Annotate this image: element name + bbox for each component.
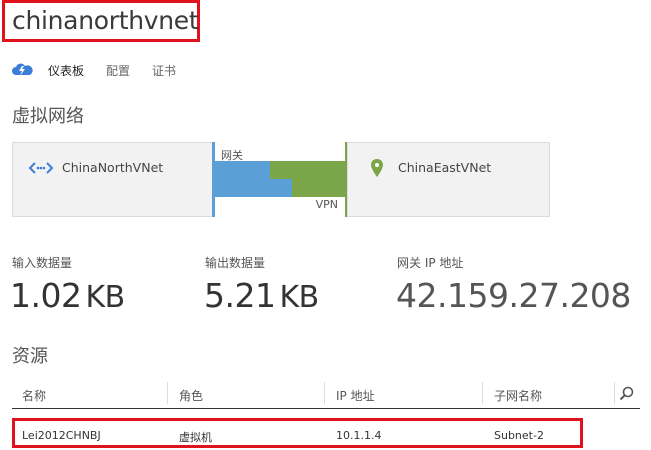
- gateway-ip-value: 42.159.27.208: [396, 276, 631, 315]
- input-data-value: 1.02 KB: [10, 276, 125, 315]
- gateway-bar-blue-lower: [270, 179, 292, 197]
- right-vnet-name: ChinaEastVNet: [398, 160, 492, 175]
- input-data-number: 1.02: [10, 276, 82, 315]
- tab-configure[interactable]: 配置: [106, 62, 130, 79]
- left-vnet-name: ChinaNorthVNet: [62, 160, 164, 175]
- gateway-connection[interactable]: 网关 VPN: [212, 142, 348, 217]
- resources-section-heading: 资源: [12, 346, 48, 367]
- tab-certificates[interactable]: 证书: [152, 62, 176, 79]
- vpn-label: VPN: [315, 198, 338, 211]
- resources-table-header: 名称 角色 IP 地址 子网名称: [12, 382, 640, 409]
- row-ip: 10.1.1.4: [336, 429, 382, 442]
- column-header-ip[interactable]: IP 地址: [336, 387, 375, 404]
- page-title: chinanorthvnet: [12, 6, 199, 35]
- output-data-label: 输出数据量: [205, 256, 266, 270]
- gateway-bar-blue: [215, 161, 270, 197]
- row-name[interactable]: Lei2012CHNBJ: [22, 429, 101, 442]
- column-divider: [324, 382, 325, 404]
- location-pin-icon: [371, 159, 383, 177]
- vnet-card-left[interactable]: ChinaNorthVNet: [12, 142, 214, 217]
- output-data-number: 5.21: [204, 276, 276, 315]
- tab-dashboard[interactable]: 仪表板: [48, 62, 84, 79]
- output-data-value: 5.21 KB: [204, 276, 319, 315]
- input-data-label: 输入数据量: [12, 256, 73, 270]
- column-header-role[interactable]: 角色: [179, 387, 203, 404]
- column-header-subnet[interactable]: 子网名称: [494, 387, 542, 404]
- vnet-card-right[interactable]: ChinaEastVNet: [347, 142, 550, 217]
- network-arrows-icon: [29, 162, 53, 174]
- row-role: 虚拟机: [179, 431, 212, 444]
- column-divider: [614, 382, 615, 404]
- column-divider: [482, 382, 483, 404]
- input-data-unit: KB: [85, 280, 125, 315]
- vnet-section-heading: 虚拟网络: [12, 106, 84, 127]
- column-header-name[interactable]: 名称: [22, 387, 46, 404]
- column-divider: [167, 382, 168, 404]
- gateway-ip-label: 网关 IP 地址: [397, 256, 464, 270]
- cloud-lightning-icon: [12, 63, 33, 76]
- output-data-unit: KB: [279, 280, 319, 315]
- search-icon[interactable]: [618, 385, 636, 403]
- row-subnet: Subnet-2: [494, 429, 544, 442]
- gateway-bar-green: [270, 161, 345, 179]
- tab-bar: 仪表板 配置 证书: [12, 60, 198, 80]
